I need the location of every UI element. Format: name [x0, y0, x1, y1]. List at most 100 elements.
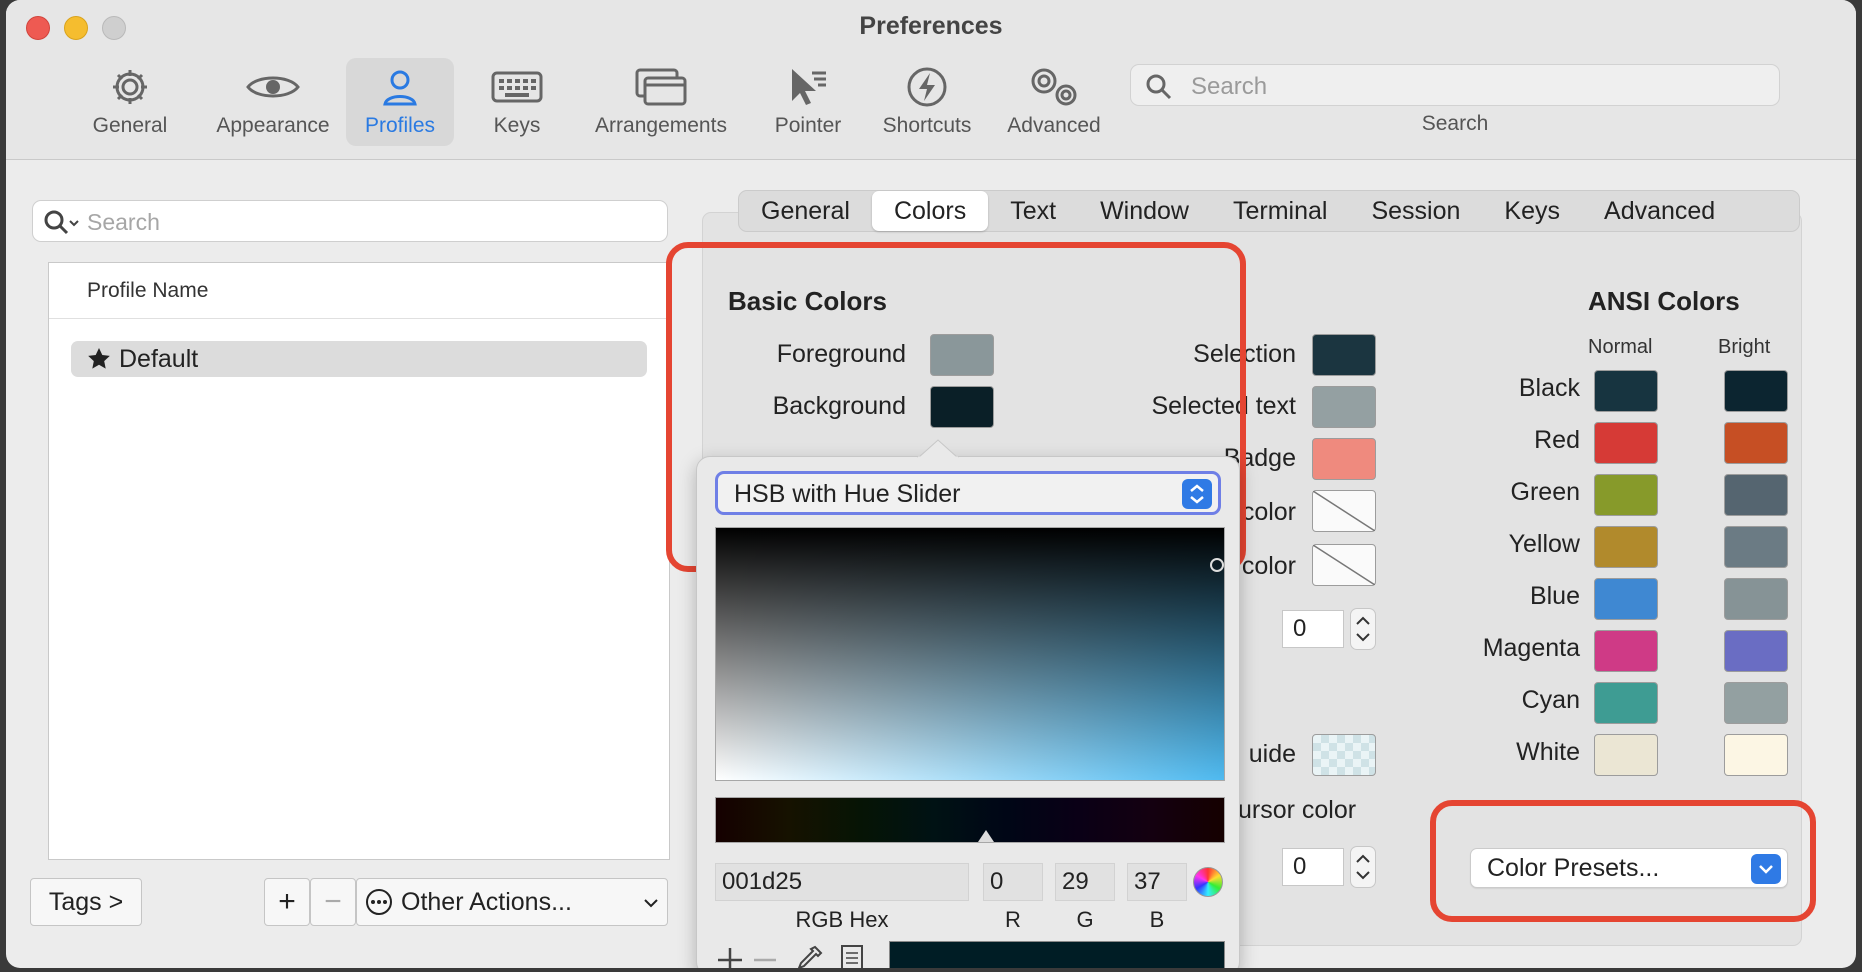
tab-colors[interactable]: Colors	[871, 191, 989, 231]
ansi-label-green: Green	[1510, 478, 1580, 506]
toolbar-general[interactable]: General	[78, 58, 182, 146]
toolbar-advanced[interactable]: Advanced	[996, 58, 1112, 146]
window-title: Preferences	[859, 12, 1003, 40]
selection-color-well[interactable]	[1312, 334, 1376, 376]
toolbar-arrangements[interactable]: Arrangements	[580, 58, 742, 146]
toolbar-profiles[interactable]: Profiles	[346, 58, 454, 146]
toolbar-pointer[interactable]: Pointer	[760, 58, 856, 146]
toolbar-shortcuts[interactable]: Shortcuts	[868, 58, 986, 146]
no-color-slash-icon	[1312, 544, 1376, 586]
tab-general[interactable]: General	[739, 191, 872, 231]
profile-search-input[interactable]: Search	[32, 200, 668, 242]
hue-slider-thumb[interactable]	[978, 830, 994, 842]
toolbar-search-placeholder: Search	[1191, 73, 1268, 100]
ansi-yellow-bright-color-well[interactable]	[1724, 526, 1788, 568]
ansi-red-bright-color-well[interactable]	[1724, 422, 1788, 464]
ansi-black-normal-color-well[interactable]	[1594, 370, 1658, 412]
ansi-label-yellow: Yellow	[1508, 530, 1580, 558]
tags-button[interactable]: Tags >	[30, 878, 142, 926]
color-mode-select[interactable]: HSB with Hue Slider	[715, 471, 1221, 515]
profile-list: Profile Name Default	[48, 262, 670, 860]
ansi-label-white: White	[1516, 738, 1580, 766]
bright-column-header: Bright	[1718, 336, 1771, 358]
windows-icon	[635, 64, 687, 110]
tab-terminal[interactable]: Terminal	[1211, 191, 1349, 231]
add-profile-button[interactable]: +	[264, 878, 310, 926]
ansi-label-magenta: Magenta	[1482, 634, 1580, 662]
tab-text[interactable]: Text	[988, 191, 1078, 231]
ansi-white-normal-color-well[interactable]	[1594, 734, 1658, 776]
profile-tabs: General Colors Text Window Terminal Sess…	[738, 190, 1800, 232]
ansi-blue-bright-color-well[interactable]	[1724, 578, 1788, 620]
ansi-red-normal-color-well[interactable]	[1594, 422, 1658, 464]
ansi-green-normal-color-well[interactable]	[1594, 474, 1658, 516]
tab-session[interactable]: Session	[1349, 191, 1482, 231]
up-down-arrows-icon	[1182, 479, 1212, 509]
unset-color-well-b[interactable]	[1312, 544, 1376, 586]
color-picker-popover: HSB with Hue Slider 001d25 0 29 37 RGB H…	[696, 456, 1240, 968]
minus-icon[interactable]	[751, 945, 779, 968]
up-down-arrows-icon	[1356, 854, 1370, 880]
ansi-green-bright-color-well[interactable]	[1724, 474, 1788, 516]
selected-text-color-well[interactable]	[1312, 386, 1376, 428]
guide-color-well[interactable]	[1312, 734, 1376, 776]
color-list-icon[interactable]	[839, 943, 865, 968]
eyedropper-icon[interactable]	[795, 943, 825, 968]
ansi-blue-normal-color-well[interactable]	[1594, 578, 1658, 620]
badge-color-well[interactable]	[1312, 438, 1376, 480]
gears-icon	[1026, 64, 1082, 110]
gear-icon	[109, 64, 151, 110]
stepper-b[interactable]	[1350, 846, 1376, 888]
blue-label: B	[1149, 907, 1165, 932]
tab-keys[interactable]: Keys	[1482, 191, 1582, 231]
blue-input[interactable]: 37	[1127, 863, 1187, 901]
saturation-brightness-area[interactable]	[715, 527, 1225, 781]
hex-label: RGB Hex	[795, 907, 889, 932]
color-cursor-handle[interactable]	[1210, 558, 1224, 572]
current-color-preview	[889, 941, 1225, 968]
ansi-magenta-normal-color-well[interactable]	[1594, 630, 1658, 672]
unset-color-well-a[interactable]	[1312, 490, 1376, 532]
star-icon	[88, 348, 110, 369]
other-actions-label: Other Actions...	[401, 887, 572, 916]
tab-window[interactable]: Window	[1078, 191, 1211, 231]
ansi-magenta-bright-color-well[interactable]	[1724, 630, 1788, 672]
ansi-white-bright-color-well[interactable]	[1724, 734, 1788, 776]
no-color-slash-icon	[1312, 490, 1376, 532]
stepper-value-b[interactable]: 0	[1282, 848, 1344, 886]
bolt-icon	[906, 64, 948, 110]
ansi-cyan-normal-color-well[interactable]	[1594, 682, 1658, 724]
ansi-black-bright-color-well[interactable]	[1724, 370, 1788, 412]
toolbar: Preferences General Appearance Profiles …	[6, 0, 1856, 160]
toolbar-keys[interactable]: Keys	[472, 58, 562, 146]
ansi-colors-title: ANSI Colors	[1588, 286, 1740, 316]
color-wheel-icon[interactable]	[1193, 867, 1223, 897]
ansi-label-black: Black	[1518, 374, 1580, 402]
ansi-yellow-normal-color-well[interactable]	[1594, 526, 1658, 568]
toolbar-appearance[interactable]: Appearance	[200, 58, 346, 146]
hue-slider[interactable]	[715, 797, 1225, 843]
red-input[interactable]: 0	[983, 863, 1043, 901]
search-icon	[1146, 74, 1172, 100]
ansi-label-blue: Blue	[1529, 582, 1580, 610]
other-actions-button[interactable]: Other Actions...	[356, 878, 668, 926]
ansi-cyan-bright-color-well[interactable]	[1724, 682, 1788, 724]
green-input[interactable]: 29	[1055, 863, 1115, 901]
eye-icon	[245, 64, 301, 110]
list-item[interactable]: Default	[71, 341, 647, 377]
tab-advanced[interactable]: Advanced	[1582, 191, 1737, 231]
profile-name-column-header[interactable]: Profile Name	[49, 263, 669, 319]
normal-column-header: Normal	[1588, 336, 1653, 358]
stepper-value-a[interactable]: 0	[1282, 610, 1344, 648]
up-down-arrows-icon	[1356, 616, 1370, 642]
search-icon	[44, 210, 79, 235]
profile-search-placeholder: Search	[87, 209, 160, 235]
remove-profile-button[interactable]: −	[310, 878, 356, 926]
hex-input[interactable]: 001d25	[715, 863, 969, 901]
green-label: G	[1076, 907, 1094, 932]
toolbar-search-field[interactable]: Search	[1130, 64, 1780, 106]
plus-icon[interactable]	[715, 945, 745, 968]
stepper-a[interactable]	[1350, 608, 1376, 650]
pointer-icon	[786, 64, 830, 110]
ansi-label-cyan: Cyan	[1521, 686, 1580, 714]
